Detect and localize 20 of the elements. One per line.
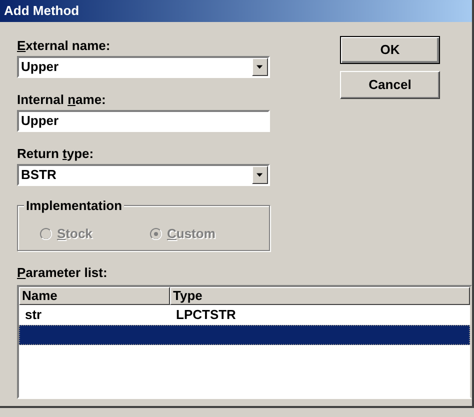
table-cell: LPCTSTR (176, 307, 236, 322)
table-cell: str (25, 307, 42, 322)
field-label: Return type: (17, 145, 94, 163)
dropdown[interactable]: BSTR (17, 164, 270, 186)
column-header[interactable]: Type (170, 287, 470, 305)
caret-icon (252, 58, 268, 76)
radio-label: Stock (57, 225, 92, 243)
radio-label: Custom (167, 225, 216, 243)
column-header[interactable]: Name (19, 287, 170, 305)
dialog-button[interactable]: Cancel (340, 71, 440, 99)
dropdown[interactable]: Upper (17, 56, 270, 78)
selected-row[interactable] (19, 325, 470, 345)
field-label: Parameter list: (17, 264, 108, 282)
field-label: External name: (17, 37, 110, 55)
caret-icon (252, 166, 268, 184)
window-title: Add Method (4, 2, 80, 20)
parameter-list[interactable]: Name Type str LPCTSTR (17, 285, 472, 399)
dialog-button[interactable]: OK (340, 36, 440, 64)
field-label: Internal name: (17, 91, 106, 109)
input-field[interactable]: Upper (17, 110, 270, 132)
